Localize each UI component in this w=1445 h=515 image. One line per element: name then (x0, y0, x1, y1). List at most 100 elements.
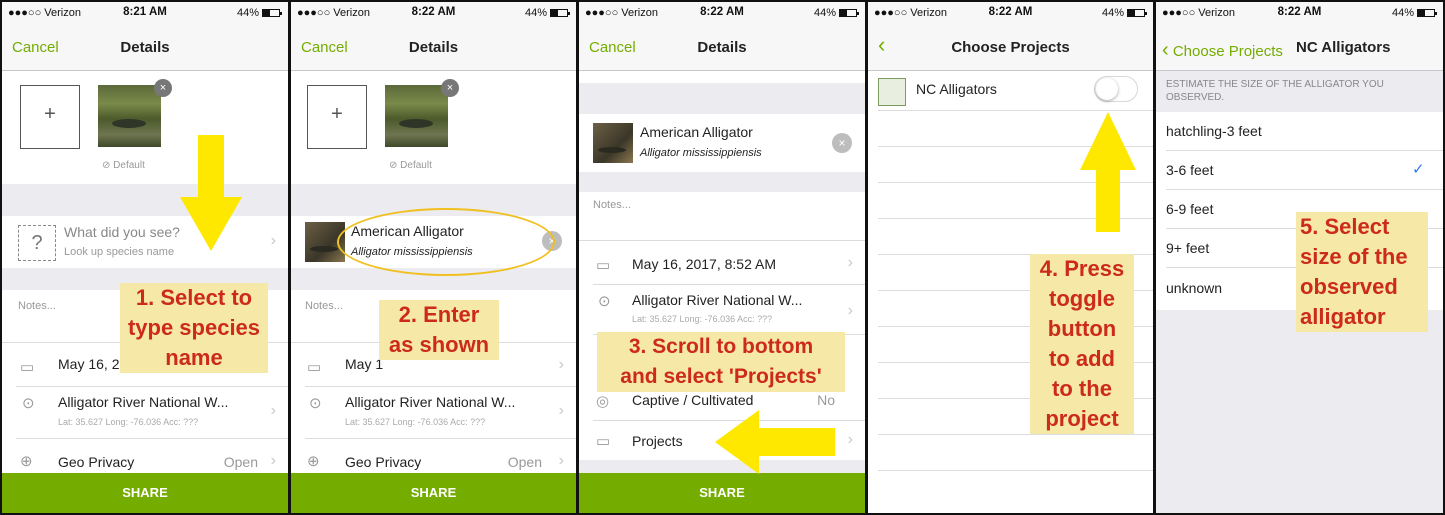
projects-row[interactable]: Projects (632, 433, 683, 449)
globe-icon: ⊕ (307, 453, 320, 470)
step-2-annotation: 2. Enter as shown (379, 300, 499, 360)
page-title: NC Alligators (1296, 39, 1391, 56)
size-question-heading: ESTIMATE THE SIZE OF THE ALLIGATOR YOU O… (1166, 79, 1384, 103)
step-4-annotation: 4. Press toggle button to add to the pro… (1030, 254, 1134, 434)
chevron-right-icon: › (558, 452, 564, 469)
battery-percent: 44% (1101, 7, 1124, 19)
nav-bar: ‹ Choose Projects (868, 24, 1153, 71)
species-scientific-name: Alligator mississippiensis (640, 147, 762, 159)
remove-photo-icon[interactable]: × (154, 79, 172, 97)
battery-indicator: 44% (814, 7, 859, 19)
notes-field[interactable]: Notes... (305, 300, 343, 312)
size-option[interactable]: 9+ feet (1166, 240, 1209, 256)
project-name: NC Alligators (916, 81, 997, 97)
date-row[interactable]: May 16, 2 (58, 356, 119, 372)
date-row[interactable]: May 1 (345, 356, 383, 372)
divider (1166, 150, 1443, 151)
divider (878, 110, 1153, 111)
back-label: Choose Projects (1172, 43, 1283, 60)
divider (16, 386, 288, 387)
add-photo-button[interactable]: + (307, 85, 367, 149)
battery-indicator: 44% (525, 7, 570, 19)
species-common-name: American Alligator (640, 124, 753, 140)
step-3-annotation: 3. Scroll to bottom and select 'Projects… (597, 332, 845, 392)
annotation-line: observed (1300, 274, 1398, 299)
divider (593, 284, 865, 285)
observation-photo[interactable] (98, 85, 161, 147)
share-button[interactable]: SHARE (2, 473, 288, 513)
captive-value: No (817, 392, 835, 408)
location-pin-icon: ⊙ (309, 395, 322, 412)
species-thumbnail (593, 123, 633, 163)
captive-icon: ◎ (596, 393, 610, 410)
calendar-icon: ▭ (596, 257, 611, 274)
place-row[interactable]: Alligator River National W... (58, 394, 228, 410)
place-row[interactable]: Alligator River National W... (345, 394, 515, 410)
photo-section-partial (579, 71, 865, 83)
geo-privacy-label[interactable]: Geo Privacy (58, 454, 134, 470)
location-pin-icon: ⊙ (598, 293, 611, 310)
annotation-line: project (1045, 406, 1119, 431)
share-button[interactable]: SHARE (579, 473, 865, 513)
project-logo (878, 78, 906, 106)
project-toggle[interactable] (1094, 76, 1138, 102)
clear-species-icon[interactable]: × (832, 133, 852, 153)
default-text: Default (113, 160, 145, 171)
size-option[interactable]: hatchling-3 feet (1166, 123, 1262, 139)
species-row[interactable]: American Alligator Alligator mississippi… (579, 114, 865, 172)
calendar-icon: ▭ (20, 359, 35, 376)
annotation-line: 5. Select (1300, 214, 1390, 239)
captive-label[interactable]: Captive / Cultivated (632, 392, 753, 408)
calendar-icon: ▭ (307, 359, 322, 376)
battery-icon (1417, 9, 1437, 17)
nav-bar: Cancel Details (291, 24, 576, 71)
page-title: Details (697, 39, 747, 56)
page-title: Details (120, 39, 170, 56)
coordinates-label: Lat: 35.627 Long: -76.036 Acc: ??? (58, 417, 199, 427)
page-title: Choose Projects (951, 39, 1070, 56)
remove-photo-icon[interactable]: × (441, 79, 459, 97)
notes-field[interactable]: Notes... (593, 199, 631, 211)
divider (878, 434, 1153, 435)
annotation-line: to the (1052, 376, 1112, 401)
annotation-line: button (1047, 316, 1117, 341)
battery-icon (1127, 9, 1147, 17)
annotation-line: and select 'Projects' (620, 365, 822, 388)
status-bar: ●●●○○ Verizon 8:22 AM 44% (868, 2, 1153, 24)
annotation-line: to add (1049, 346, 1115, 371)
chevron-right-icon: › (270, 232, 276, 249)
observation-photo[interactable] (385, 85, 448, 147)
back-button[interactable]: ‹ Choose Projects (1162, 39, 1283, 62)
share-button[interactable]: SHARE (291, 473, 576, 513)
back-chevron-icon: ‹ (1162, 39, 1169, 61)
screen-details-1: ●●●○○ Verizon 8:21 AM 44% Cancel Details… (2, 2, 288, 513)
annotation-line: size of the (1300, 244, 1408, 269)
battery-percent: 44% (236, 7, 259, 19)
size-option[interactable]: unknown (1166, 280, 1222, 296)
screen-details-scrolled: ●●●○○ Verizon 8:22 AM 44% Cancel Details… (579, 2, 865, 513)
geo-privacy-label[interactable]: Geo Privacy (345, 454, 421, 470)
geo-privacy-value: Open (507, 454, 542, 470)
date-row[interactable]: May 16, 2017, 8:52 AM (632, 256, 776, 272)
nav-bar: ‹ Choose Projects NC Alligators (1156, 24, 1443, 71)
annotation-line: name (165, 345, 223, 370)
notes-field[interactable]: Notes... (18, 300, 56, 312)
annotation-line: toggle (1049, 286, 1115, 311)
size-option[interactable]: 3-6 feet (1166, 162, 1213, 178)
chevron-right-icon: › (270, 452, 276, 469)
place-row[interactable]: Alligator River National W... (632, 292, 802, 308)
species-row[interactable]: ? What did you see? Look up species name… (2, 216, 288, 268)
down-arrow-annotation (180, 135, 242, 251)
divider (1166, 189, 1443, 190)
photo-section: + × ⊘ Default (2, 71, 288, 184)
step-5-annotation: 5. Select size of the observed alligator (1296, 212, 1428, 332)
divider (305, 438, 576, 439)
battery-indicator: 44% (1392, 7, 1437, 19)
up-arrow-annotation (1080, 112, 1136, 232)
coordinates-label: Lat: 35.627 Long: -76.036 Acc: ??? (632, 314, 773, 324)
annotation-line: as shown (388, 332, 490, 357)
divider (16, 438, 288, 439)
add-photo-button[interactable]: + (20, 85, 80, 149)
default-text: Default (400, 160, 432, 171)
size-option[interactable]: 6-9 feet (1166, 201, 1213, 217)
